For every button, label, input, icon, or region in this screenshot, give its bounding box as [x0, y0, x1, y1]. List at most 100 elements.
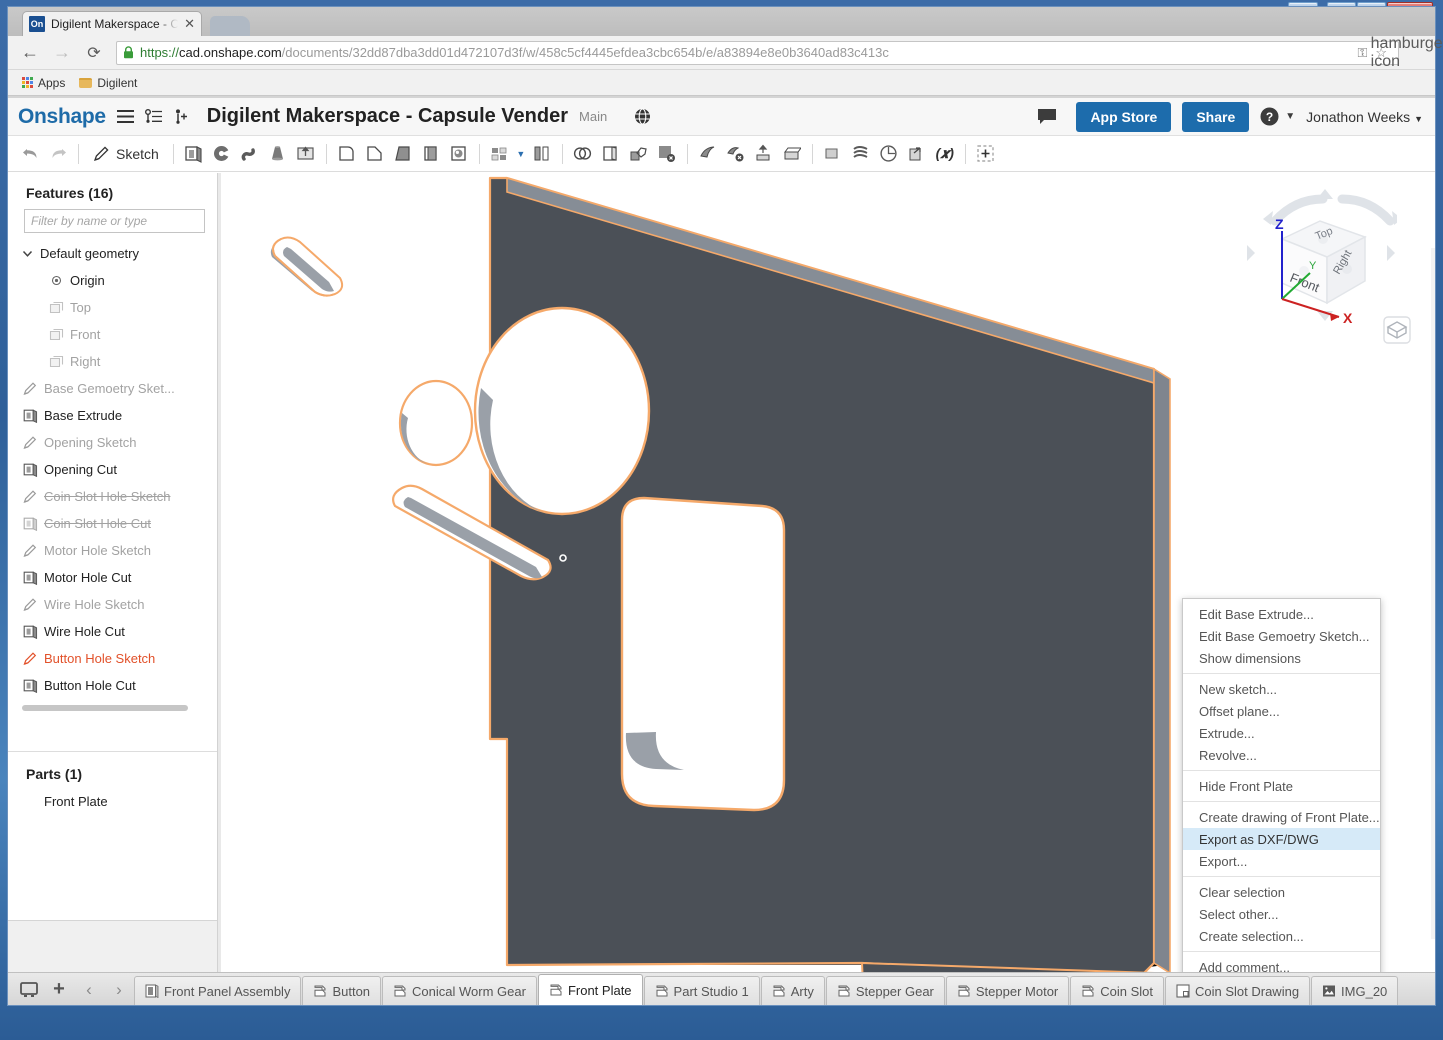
mirror-icon[interactable]: [528, 139, 556, 169]
document-tab[interactable]: Arty: [760, 976, 825, 1005]
variable-icon[interactable]: (𝒙): [931, 139, 959, 169]
3d-viewport[interactable]: Top Front Right Z Y X Edit Base Extrude.…: [222, 173, 1435, 972]
custom-feature-icon[interactable]: [972, 139, 1000, 169]
revolve-icon[interactable]: [208, 139, 236, 169]
context-menu-item[interactable]: Edit Base Extrude...: [1183, 603, 1380, 625]
document-tab[interactable]: Front Panel Assembly: [134, 976, 302, 1005]
workspace-name[interactable]: Main: [579, 109, 607, 124]
context-menu-item[interactable]: Select other...: [1183, 903, 1380, 925]
feature-tree-item[interactable]: Base Gemoetry Sket...: [8, 375, 217, 402]
context-menu-item[interactable]: Revolve...: [1183, 744, 1380, 766]
feature-tree-item[interactable]: Button Hole Cut: [8, 672, 217, 699]
enclose-icon[interactable]: [778, 139, 806, 169]
sweep-icon[interactable]: [236, 139, 264, 169]
context-menu-item[interactable]: Create drawing of Front Plate...: [1183, 806, 1380, 828]
feature-tree-item[interactable]: Motor Hole Sketch: [8, 537, 217, 564]
branch-icon[interactable]: [174, 109, 190, 124]
feature-tree-item[interactable]: Front: [8, 321, 217, 348]
hamburger-menu-icon[interactable]: [116, 110, 134, 123]
hole-icon[interactable]: [445, 139, 473, 169]
context-menu-item[interactable]: Hide Front Plate: [1183, 775, 1380, 797]
split-icon[interactable]: [597, 139, 625, 169]
fillet-icon[interactable]: [333, 139, 361, 169]
pattern-dropdown-icon[interactable]: ▼: [514, 139, 528, 169]
draft-icon[interactable]: [389, 139, 417, 169]
loft-icon[interactable]: [264, 139, 292, 169]
feature-tree-item[interactable]: Wire Hole Cut: [8, 618, 217, 645]
feature-tree-item[interactable]: Button Hole Sketch: [8, 645, 217, 672]
hamburger-icon[interactable]: hamburger-icon: [1371, 35, 1443, 71]
boolean-icon[interactable]: [569, 139, 597, 169]
onshape-logo[interactable]: Onshape: [18, 105, 106, 129]
context-menu-item[interactable]: Show dimensions: [1183, 647, 1380, 669]
feature-tree-item[interactable]: Right: [8, 348, 217, 375]
star-icon[interactable]: ☆: [1375, 45, 1387, 61]
redo-icon[interactable]: [44, 139, 72, 169]
transform-icon[interactable]: [625, 139, 653, 169]
document-tab[interactable]: Coin Slot Drawing: [1165, 976, 1311, 1005]
document-tab[interactable]: Part Studio 1: [643, 976, 760, 1005]
import-icon[interactable]: [903, 139, 931, 169]
view-cube[interactable]: Top Front Right Z Y X: [1247, 181, 1397, 331]
chamfer-icon[interactable]: [361, 139, 389, 169]
feature-tree-item[interactable]: Wire Hole Sketch: [8, 591, 217, 618]
back-icon[interactable]: ←: [16, 40, 44, 66]
context-menu-item[interactable]: Extrude...: [1183, 722, 1380, 744]
part-list-item[interactable]: Front Plate: [8, 788, 217, 809]
document-tab[interactable]: Button: [302, 976, 382, 1005]
shaded-view-icon[interactable]: [1382, 315, 1412, 345]
help-icon[interactable]: ? ▼: [1260, 107, 1295, 126]
feature-tree-scrollbar[interactable]: [22, 705, 188, 711]
plane-icon[interactable]: [819, 139, 847, 169]
thicken-icon[interactable]: [292, 139, 320, 169]
user-menu[interactable]: Jonathon Weeks ▼: [1306, 109, 1423, 125]
context-menu-item[interactable]: Export...: [1183, 850, 1380, 872]
globe-icon[interactable]: [634, 108, 651, 125]
feature-tree-item[interactable]: Coin Slot Hole Cut: [8, 510, 217, 537]
feature-tree-item[interactable]: Base Extrude: [8, 402, 217, 429]
context-menu-item[interactable]: Add comment...: [1183, 956, 1380, 973]
context-menu-item[interactable]: Offset plane...: [1183, 700, 1380, 722]
app-store-button[interactable]: App Store: [1076, 101, 1172, 132]
linear-pattern-icon[interactable]: [486, 139, 514, 169]
context-menu-item[interactable]: New sketch...: [1183, 678, 1380, 700]
next-tab-button[interactable]: ›: [104, 974, 134, 1005]
document-tab[interactable]: Coin Slot: [1070, 976, 1164, 1005]
sketch-button[interactable]: Sketch: [85, 145, 167, 162]
bookmark-apps[interactable]: Apps: [22, 76, 65, 90]
sketch-plane-icon[interactable]: [875, 139, 903, 169]
feature-tree-item[interactable]: Motor Hole Cut: [8, 564, 217, 591]
feature-filter-input[interactable]: Filter by name or type: [24, 209, 205, 233]
helix-icon[interactable]: [847, 139, 875, 169]
context-menu-item[interactable]: Create selection...: [1183, 925, 1380, 947]
forward-icon[interactable]: →: [48, 40, 76, 66]
document-tab[interactable]: Conical Worm Gear: [382, 976, 537, 1005]
document-tab[interactable]: Stepper Motor: [945, 976, 1070, 1005]
document-tab[interactable]: Stepper Gear: [825, 976, 945, 1005]
new-tab-button[interactable]: [210, 16, 250, 36]
reload-icon[interactable]: ⟳: [80, 40, 108, 66]
bookmark-digilent[interactable]: Digilent: [79, 76, 137, 90]
panel-toggle-icon[interactable]: [14, 974, 44, 1005]
shell-icon[interactable]: [417, 139, 445, 169]
add-tab-button[interactable]: +: [44, 974, 74, 1005]
document-tab[interactable]: IMG_20: [1311, 976, 1399, 1005]
browser-tab[interactable]: On Digilent Makerspace - Cap ✕: [22, 11, 202, 36]
feature-tree-item[interactable]: Origin: [8, 267, 217, 294]
feature-tree-item[interactable]: Coin Slot Hole Sketch: [8, 483, 217, 510]
delete-part-icon[interactable]: [653, 139, 681, 169]
comment-icon[interactable]: [1037, 108, 1057, 125]
prev-tab-button[interactable]: ‹: [74, 974, 104, 1005]
delete-face-icon[interactable]: [694, 139, 722, 169]
address-bar[interactable]: https://cad.onshape.com/documents/32dd87…: [116, 40, 1400, 65]
context-menu[interactable]: Edit Base Extrude... Edit Base Gemoetry S…: [1182, 598, 1381, 972]
undo-icon[interactable]: [16, 139, 44, 169]
sidebar-resize-handle[interactable]: [218, 173, 221, 972]
context-menu-item[interactable]: Export as DXF/DWG: [1183, 828, 1380, 850]
version-graph-icon[interactable]: [144, 109, 163, 124]
context-menu-item[interactable]: Edit Base Gemoetry Sketch...: [1183, 625, 1380, 647]
feature-tree-item[interactable]: Default geometry: [8, 240, 217, 267]
replace-face-icon[interactable]: [750, 139, 778, 169]
viewport-scrollbar[interactable]: [1431, 248, 1435, 939]
feature-tree-item[interactable]: Opening Sketch: [8, 429, 217, 456]
